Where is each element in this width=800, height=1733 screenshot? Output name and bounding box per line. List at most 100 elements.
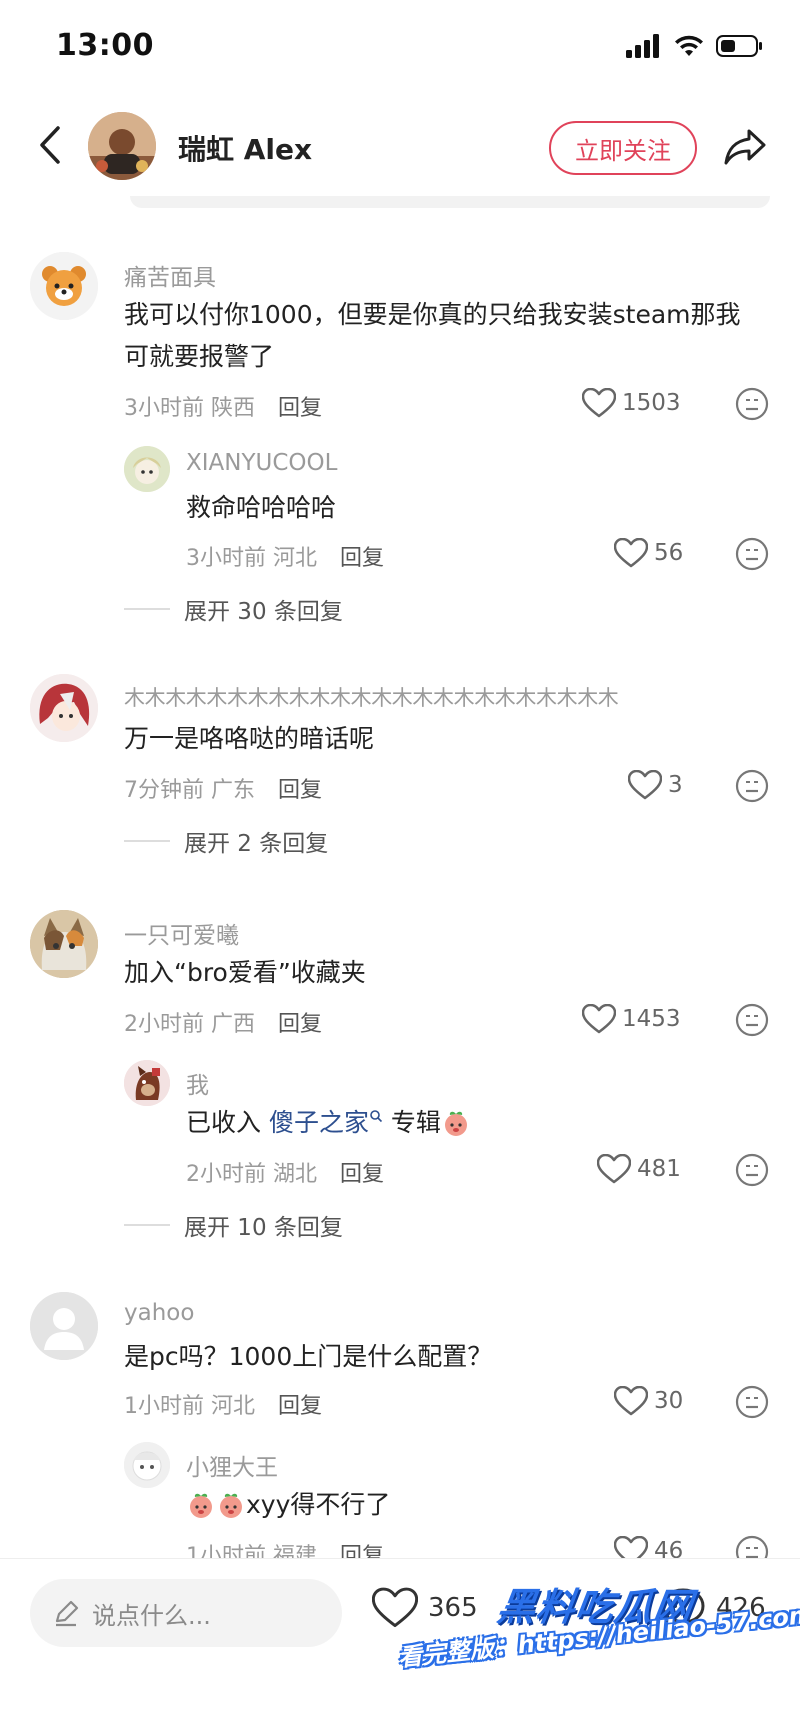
comment-meta: 7分钟前 广东 回复 [124,772,322,804]
comment-username[interactable]: 一只可爱曦 [124,916,239,950]
horse-avatar-icon [124,1060,170,1106]
author-avatar[interactable] [88,112,156,180]
heart-icon [597,1154,631,1184]
comment-input[interactable]: 说点什么... [30,1579,342,1647]
post-like-count: 365 [428,1593,478,1623]
like-button[interactable]: 3 [628,770,683,800]
comment-meta: 2小时前 广西 回复 [124,1006,322,1038]
comment-username[interactable]: 木木木木木木木木木木木木木木木木木木木木木木木木 [124,682,769,712]
reply-button[interactable]: 回复 [340,1162,384,1187]
like-count: 3 [668,772,683,798]
white-hair-avatar-icon [124,1442,170,1488]
heart-icon [372,1587,418,1628]
comment-username[interactable]: 我 [186,1066,209,1100]
comment-time: 2小时前 [124,1012,204,1037]
heart-icon [582,1004,616,1034]
comment-region: 河北 [211,1394,256,1419]
comment-username[interactable]: XIANYUCOOL [186,450,337,476]
reply-button[interactable]: 回复 [278,1394,322,1419]
reply-text: xyy得不行了 [246,1490,391,1519]
album-link[interactable]: 傻子之家 [269,1102,369,1144]
comment-username[interactable]: 小狸大王 [186,1448,278,1482]
comment-region: 河北 [273,546,318,571]
comment-username[interactable]: yahoo [124,1300,194,1326]
expand-replies-button[interactable]: 展开 2 条回复 [124,824,328,858]
like-count: 1503 [622,390,681,416]
expand-replies-button[interactable]: 展开 30 条回复 [124,592,343,626]
heart-icon [614,538,648,568]
heart-icon [628,770,662,800]
avatar[interactable] [124,1060,170,1106]
emoji-reaction-icon[interactable] [735,1153,769,1187]
like-button[interactable]: 1503 [582,388,681,418]
battery-icon [716,35,762,57]
expand-replies-label: 展开 30 条回复 [184,599,343,625]
reply-button[interactable]: 回复 [340,546,384,571]
comment-region: 湖北 [273,1162,318,1187]
peach-emoji-icon [444,1111,467,1136]
like-button[interactable]: 1453 [582,1004,681,1034]
reply-button[interactable]: 回复 [278,396,322,421]
emoji-reaction-icon[interactable] [735,769,769,803]
comment-text: 我可以付你1000，但要是你真的只给我安装steam那我可就要报警了 [124,300,741,371]
expand-line [124,1224,170,1226]
like-button[interactable]: 56 [614,538,683,568]
follow-button[interactable]: 立即关注 [549,121,697,175]
post-like-button[interactable]: 365 [372,1587,478,1629]
avatar[interactable] [30,1292,98,1360]
comment-meta: 3小时前 河北 回复 [186,540,384,572]
content-divider [130,196,770,208]
anime-avatar-icon [124,446,170,492]
default-user-avatar-icon [30,1292,98,1360]
heart-icon [614,1386,648,1416]
comment-input-placeholder: 说点什么... [92,1601,211,1630]
author-name[interactable]: 瑞虹 Alex [178,128,312,168]
peach-emoji-icon [220,1493,242,1518]
comment-text: 加入“bro爱看”收藏夹 [124,958,366,987]
comment-meta: 1小时前 河北 回复 [124,1388,322,1420]
reply-button[interactable]: 回复 [278,778,322,803]
share-button[interactable] [718,122,772,172]
comment-time: 7分钟前 [124,778,204,803]
emoji-reaction-icon[interactable] [735,1385,769,1419]
comment-text: 救命哈哈哈哈 [186,493,337,522]
expand-line [124,840,170,842]
expand-replies-button[interactable]: 展开 10 条回复 [124,1208,343,1242]
like-count: 56 [654,540,684,566]
like-count: 1453 [622,1006,681,1032]
comment-time: 2小时前 [186,1162,266,1187]
avatar[interactable] [30,674,98,742]
comment-meta: 2小时前 湖北 回复 [186,1156,384,1188]
expand-replies-label: 展开 2 条回复 [184,831,329,857]
reply-text-suffix: 专辑 [382,1108,441,1137]
like-button[interactable]: 481 [597,1154,681,1184]
pencil-icon [55,1600,79,1627]
comment-username[interactable]: 痛苦面具 [124,258,216,292]
status-icons [626,34,764,58]
reply-text-prefix: 已收入 [186,1108,269,1137]
author-photo-icon [88,112,156,180]
wifi-icon [675,35,703,56]
avatar[interactable] [124,446,170,492]
like-count: 30 [654,1388,684,1414]
expand-replies-label: 展开 10 条回复 [184,1215,343,1241]
status-time: 13:00 [56,28,154,63]
comment-region: 陕西 [211,396,256,421]
emoji-reaction-icon[interactable] [735,387,769,421]
avatar[interactable] [124,1442,170,1488]
avatar[interactable] [30,252,98,320]
status-bar: 13:00 [0,0,800,95]
comment-region: 广东 [211,778,256,803]
peach-emoji-icon [190,1493,212,1518]
reply-button[interactable]: 回复 [278,1012,322,1037]
chevron-left-icon [40,126,60,164]
emoji-reaction-icon[interactable] [735,1003,769,1037]
comment-text: 是pc吗？1000上门是什么配置？ [124,1342,493,1371]
emoji-reaction-icon[interactable] [735,537,769,571]
cat-avatar-icon [30,910,98,978]
avatar[interactable] [30,910,98,978]
like-button[interactable]: 30 [614,1386,683,1416]
search-icon [370,1110,383,1123]
expand-line [124,608,170,610]
back-button[interactable] [30,120,70,170]
